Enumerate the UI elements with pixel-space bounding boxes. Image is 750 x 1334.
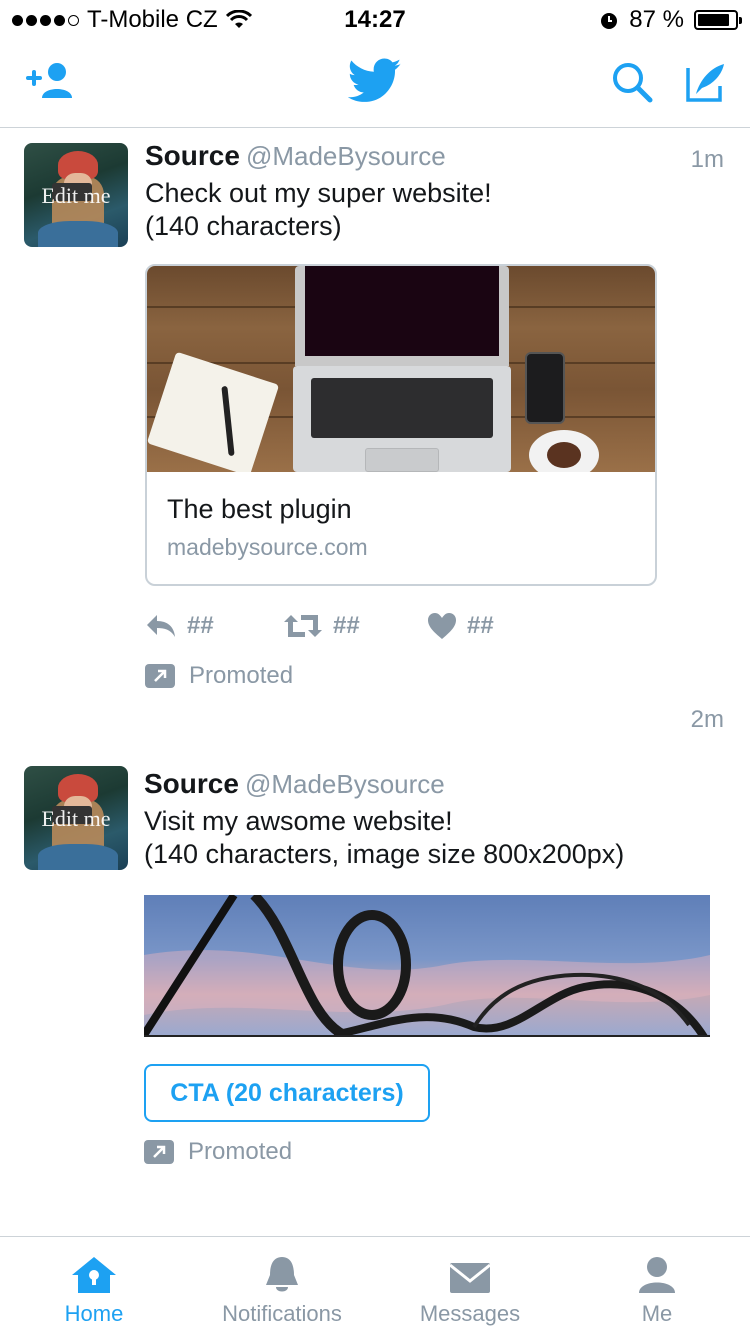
tab-messages[interactable]: Messages xyxy=(404,1237,536,1334)
avatar-placeholder-text: Edit me xyxy=(41,806,111,831)
tab-notifications[interactable]: Notifications xyxy=(200,1237,364,1334)
avatar[interactable]: Edit me xyxy=(24,143,128,247)
author-name[interactable]: Source xyxy=(145,140,240,171)
tab-label: Me xyxy=(641,1301,673,1326)
home-icon xyxy=(72,1257,116,1293)
search-icon[interactable] xyxy=(610,60,654,104)
tweet-text-line: Check out my super website! xyxy=(145,178,492,208)
nav-bar xyxy=(0,40,750,128)
card-url: madebysource.com xyxy=(167,534,368,560)
heart-icon xyxy=(428,613,456,639)
avatar-placeholder-text: Edit me xyxy=(41,183,111,208)
twitter-bird-icon xyxy=(348,58,402,102)
card-title: The best plugin xyxy=(167,494,352,524)
compose-icon[interactable] xyxy=(684,60,728,104)
promoted-label[interactable]: Promoted xyxy=(144,1138,292,1166)
tweet-author[interactable]: Source @MadeBysource xyxy=(144,768,445,800)
promoted-text: Promoted xyxy=(188,1138,293,1165)
tweet-text-line: Visit my awsome website! xyxy=(144,806,453,836)
rollercoaster-image xyxy=(144,895,710,1037)
tweet-author[interactable]: Source @MadeBysource xyxy=(145,140,446,172)
promoted-text: Promoted xyxy=(189,662,294,689)
alarm-icon xyxy=(601,13,618,29)
reply-button[interactable]: ## xyxy=(145,608,214,644)
battery-icon xyxy=(694,10,742,30)
add-user-icon[interactable] xyxy=(24,60,76,100)
tab-label: Notifications xyxy=(222,1301,342,1326)
tweet-text-line: (140 characters, image size 800x200px) xyxy=(144,839,625,869)
author-name[interactable]: Source xyxy=(144,768,239,799)
promoted-label[interactable]: Promoted xyxy=(145,662,293,690)
envelope-icon xyxy=(449,1263,491,1293)
promoted-arrow-icon xyxy=(144,1140,174,1164)
author-handle[interactable]: @MadeBysource xyxy=(246,141,446,171)
like-button[interactable]: ## xyxy=(427,608,494,644)
promoted-arrow-icon xyxy=(145,664,175,688)
author-handle[interactable]: @MadeBysource xyxy=(245,769,445,799)
avatar[interactable]: Edit me xyxy=(24,766,128,870)
reply-count: ## xyxy=(187,612,214,639)
reply-icon xyxy=(147,615,175,637)
status-bar: T-Mobile CZ 14:27 87 % xyxy=(0,0,750,40)
retweet-count: ## xyxy=(333,612,360,639)
tweet-text-line: (140 characters) xyxy=(145,211,342,241)
tweet-image[interactable] xyxy=(144,895,710,1037)
tweet-actions: ## ## ## xyxy=(145,608,565,644)
status-right-group: 87 % xyxy=(599,6,742,34)
tweet-text: Visit my awsome website! (140 characters… xyxy=(144,805,624,871)
tab-home[interactable]: Home xyxy=(34,1237,154,1334)
tab-me[interactable]: Me xyxy=(597,1237,717,1334)
card-image xyxy=(147,266,655,472)
tab-label: Messages xyxy=(419,1301,521,1326)
tweet-timestamp: 2m xyxy=(690,706,724,733)
tweet-text: Check out my super website! (140 charact… xyxy=(145,177,492,243)
person-icon xyxy=(639,1257,675,1293)
bell-icon xyxy=(266,1257,298,1292)
retweet-icon xyxy=(284,615,322,637)
tab-label: Home xyxy=(64,1301,124,1326)
cta-button[interactable]: CTA (20 characters) xyxy=(144,1064,430,1122)
battery-percent: 87 % xyxy=(629,6,684,33)
link-card[interactable]: The best plugin madebysource.com xyxy=(145,264,657,586)
tweet-timestamp: 1m xyxy=(690,146,724,173)
tweet[interactable]: 2m Edit me Source @MadeBysource Visit my … xyxy=(0,700,750,1180)
tweet[interactable]: Edit me Source @MadeBysource 1m Check out… xyxy=(0,140,750,700)
tab-bar: Home Notifications Messages Me xyxy=(0,1236,750,1334)
like-count: ## xyxy=(467,612,494,639)
retweet-button[interactable]: ## xyxy=(283,608,360,644)
